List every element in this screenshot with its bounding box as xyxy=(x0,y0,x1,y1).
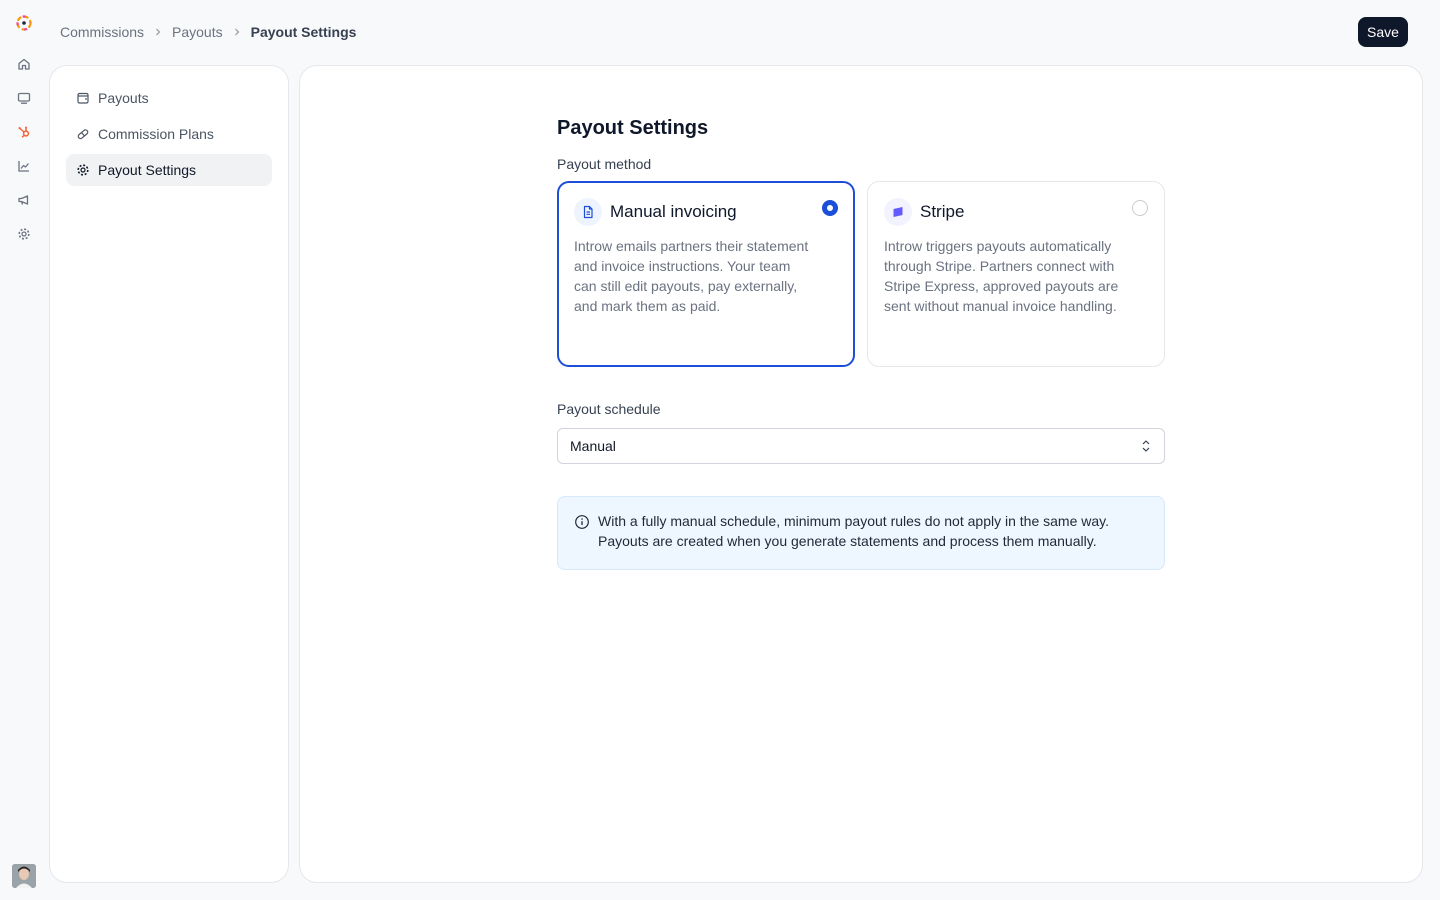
payout-method-label: Payout method xyxy=(557,156,652,172)
hubspot-icon[interactable] xyxy=(14,122,34,142)
pill-icon xyxy=(76,127,98,141)
commissions-sub-nav: Payouts Commission Plans Payout Settings xyxy=(49,65,289,883)
user-avatar[interactable] xyxy=(12,864,36,888)
breadcrumb-current: Payout Settings xyxy=(250,24,357,40)
document-icon xyxy=(574,198,602,226)
save-button[interactable]: Save xyxy=(1358,17,1408,47)
app-logo-icon[interactable] xyxy=(14,13,34,33)
sub-nav-item-payout-settings[interactable]: Payout Settings xyxy=(66,154,272,186)
payout-method-options: Manual invoicing Introw emails partners … xyxy=(557,181,1165,367)
breadcrumb-item-commissions[interactable]: Commissions xyxy=(60,24,144,40)
wallet-icon xyxy=(76,91,98,105)
radio-unselected[interactable] xyxy=(1132,200,1148,216)
chevron-right-icon xyxy=(231,26,243,38)
stripe-icon xyxy=(884,198,912,226)
sub-nav-item-payouts[interactable]: Payouts xyxy=(66,82,272,114)
option-title: Manual invoicing xyxy=(610,202,737,221)
option-title: Stripe xyxy=(920,202,965,221)
payout-settings-form: Payout Settings Payout method Manual inv… xyxy=(557,116,1165,570)
page-title: Payout Settings xyxy=(557,117,709,139)
breadcrumb-item-payouts[interactable]: Payouts xyxy=(172,24,223,40)
gear-icon[interactable] xyxy=(14,224,34,244)
sub-nav-item-label: Commission Plans xyxy=(98,126,214,142)
info-text: With a fully manual schedule, minimum pa… xyxy=(598,513,1109,549)
monitor-icon[interactable] xyxy=(14,88,34,108)
option-description: Introw triggers payouts automatically th… xyxy=(884,238,1119,314)
radio-selected[interactable] xyxy=(822,200,838,216)
payout-schedule-label: Payout schedule xyxy=(557,401,661,417)
info-icon xyxy=(574,513,598,569)
sub-nav-item-label: Payouts xyxy=(98,90,149,106)
megaphone-icon[interactable] xyxy=(14,190,34,210)
main-panel: Payout Settings Payout method Manual inv… xyxy=(299,65,1423,883)
select-value: Manual xyxy=(570,438,616,454)
home-icon[interactable] xyxy=(14,54,34,74)
chart-icon[interactable] xyxy=(14,156,34,176)
gear-icon xyxy=(76,163,98,177)
info-callout: With a fully manual schedule, minimum pa… xyxy=(557,496,1165,570)
manual-invoicing-option[interactable]: Manual invoicing Introw emails partners … xyxy=(557,181,855,367)
payout-schedule-select[interactable]: Manual xyxy=(557,428,1165,464)
breadcrumb: Commissions Payouts Payout Settings xyxy=(60,22,356,42)
sub-nav-item-commission-plans[interactable]: Commission Plans xyxy=(66,118,272,150)
stripe-option[interactable]: Stripe Introw triggers payouts automatic… xyxy=(867,181,1165,367)
sub-nav-item-label: Payout Settings xyxy=(98,162,197,178)
chevron-right-icon xyxy=(152,26,164,38)
option-description: Introw emails partners their statement a… xyxy=(574,238,809,314)
app-rail xyxy=(0,0,48,900)
chevron-up-down-icon xyxy=(1140,439,1152,453)
